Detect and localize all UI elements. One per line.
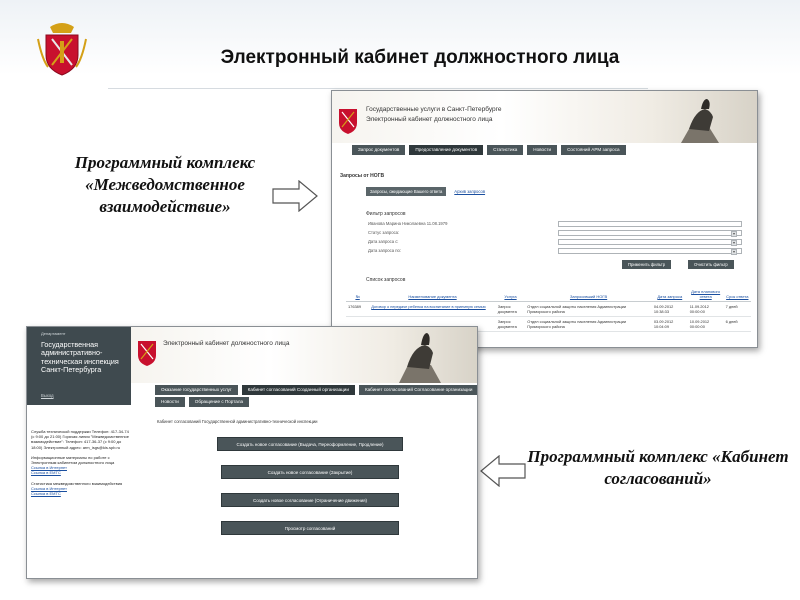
cell-service: Запрос документа: [495, 316, 526, 332]
filter-user-row: Иванова Марина Николаевна 11.08.1979: [346, 221, 746, 228]
tab-statistics[interactable]: Статистика: [487, 145, 524, 155]
col-document[interactable]: Наименование документа: [369, 287, 496, 302]
filter-status-row: Статус запроса: ▾: [346, 230, 746, 237]
cell-number: 176389: [346, 301, 370, 317]
calendar-icon[interactable]: ▾: [731, 249, 737, 255]
cell-requester: Отдел социальной защиты населения Админи…: [525, 316, 652, 332]
caption-kabinet: Программный комплекс «Кабинет согласован…: [527, 447, 789, 488]
filter-status-select[interactable]: ▾: [558, 230, 742, 237]
calendar-icon[interactable]: ▾: [731, 240, 737, 246]
banner-title: Электронный кабинет должностного лица: [163, 340, 290, 347]
col-service[interactable]: Услуга: [495, 287, 526, 302]
subtab-awaiting[interactable]: Запросы, ожидающие Вашего ответа: [366, 187, 447, 196]
banner-line1: Государственные услуги в Санкт-Петербург…: [366, 106, 502, 113]
screenshot-nogv: Государственные услуги в Санкт-Петербург…: [331, 90, 758, 348]
list-title: Список запросов: [366, 277, 406, 283]
filter-date-to-input[interactable]: ▾: [558, 248, 742, 255]
view-approvals-button[interactable]: Просмотр согласований: [221, 521, 399, 535]
filter-date-to-label: Дата запроса по:: [368, 248, 401, 253]
sub-tabs: Запросы, ожидающие Вашего ответа Архив з…: [366, 187, 489, 196]
section-title: Запросы от НОГВ: [340, 173, 385, 179]
banner: [131, 327, 477, 383]
reset-filter-button[interactable]: Очистить фильтр: [688, 260, 734, 269]
cell-plan-date: 11.09.2012 00:00:00: [687, 301, 724, 317]
cell-deadline: 7 дней: [723, 301, 751, 317]
arrow-left-icon: [480, 455, 526, 487]
tab-requests[interactable]: Запрос документов: [352, 145, 406, 155]
coat-of-arms-icon: [138, 341, 156, 366]
coat-of-arms-icon: [37, 23, 87, 76]
filter-status-label: Статус запроса:: [368, 230, 400, 235]
caption-interagency: Программный комплекс «Межведомственное в…: [74, 153, 256, 216]
col-request-date[interactable]: Дата запроса: [651, 287, 688, 302]
monument-icon: [681, 99, 719, 143]
cell-document: Договор о передаче ребенка на воспитание…: [369, 301, 496, 317]
col-deadline[interactable]: Срок ответа: [723, 287, 751, 302]
cell-deadline: 6 дней: [723, 316, 751, 332]
filter-user: Иванова Марина Николаевна 11.08.1979: [368, 221, 448, 226]
tab-news[interactable]: Новости: [527, 145, 558, 155]
document-link[interactable]: Договор о передаче ребенка на воспитание…: [371, 304, 486, 309]
cell-request-date: 03.09.2012 10:04:09: [651, 316, 688, 332]
info-link-emts[interactable]: Ссылка в ЕМТС: [31, 470, 131, 475]
create-restriction-button[interactable]: Создать новое согласование (Ограничение …: [221, 493, 399, 507]
table-row[interactable]: 176389 Договор о передаче ребенка на вос…: [346, 301, 751, 317]
create-close-button[interactable]: Создать новое согласование (Закрытие): [221, 465, 399, 479]
subtab-archive[interactable]: Архив запросов: [450, 187, 489, 196]
filter-date-from-input[interactable]: ▾: [558, 239, 742, 246]
filter-date-from-label: Дата запроса с:: [368, 239, 399, 244]
table-header-row: № Наименование документа Услуга Запросив…: [346, 287, 751, 302]
filter-date-from-row: Дата запроса с: ▾: [346, 239, 746, 246]
sidebar-header: Департамент Государственная администрати…: [27, 327, 131, 405]
sidebar-org-title: Государственная административно-техничес…: [41, 340, 119, 375]
logout-link[interactable]: Выход: [41, 393, 54, 398]
coat-of-arms-icon: [339, 109, 357, 134]
tab-portal-requests[interactable]: Обращение с Портала: [188, 397, 250, 407]
main-tabs: Оказание государственных услуг Кабинет с…: [155, 385, 477, 395]
sidebar-small-label: Департамент: [41, 331, 66, 336]
col-plan-date[interactable]: Дата планового ответа: [687, 287, 724, 302]
arrow-right-icon: [272, 180, 318, 212]
filter-title: Фильтр запросов: [366, 211, 406, 217]
cell-service: Запрос документа: [495, 301, 526, 317]
sidebar-info: Служба технической поддержки Телефон: 41…: [27, 429, 131, 496]
filter-date-to-row: Дата запроса по: ▾: [346, 248, 746, 255]
create-issue-button[interactable]: Создать новое согласование (Выдача, Пере…: [217, 437, 403, 451]
content-title: Кабинет согласований Государственной адм…: [157, 419, 318, 424]
secondary-tabs: Новости Обращение с Портала: [155, 397, 250, 407]
monument-icon: [399, 333, 441, 383]
cell-requester: Отдел социальной защиты населения Админи…: [525, 301, 652, 317]
filter-user-input[interactable]: [558, 221, 742, 227]
tab-created[interactable]: Кабинет согласований Созданный организац…: [241, 385, 355, 395]
screenshot-kabinet: Департамент Государственная администрати…: [26, 326, 478, 579]
col-requester[interactable]: Запросивший НОГВ: [525, 287, 652, 302]
info-materials: Информационные материалы по работе с Эле…: [31, 454, 115, 466]
cell-request-date: 04.09.2012 10:38:33: [651, 301, 688, 317]
tab-arm-status[interactable]: Состояний АРМ запроса: [561, 145, 626, 155]
chevron-down-icon[interactable]: ▾: [731, 231, 737, 237]
col-number[interactable]: №: [346, 287, 370, 302]
banner-line2: Электронный кабинет должностного лица: [366, 116, 493, 123]
tab-provision[interactable]: Предоставление документов: [409, 145, 484, 155]
header-divider: [108, 88, 648, 89]
cell-plan-date: 10.09.2012 00:00:00: [687, 316, 724, 332]
tab-gov-services[interactable]: Оказание государственных услуг: [155, 385, 238, 395]
apply-filter-button[interactable]: Применить фильтр: [622, 260, 672, 269]
main-tabs: Запрос документов Предоставление докумен…: [352, 145, 626, 155]
stats-link-emts[interactable]: Ссылка в ЕМТС: [31, 491, 131, 496]
support-info: Служба технической поддержки Телефон: 41…: [31, 429, 129, 450]
slide-title: Электронный кабинет должностного лица: [220, 47, 620, 68]
tab-news[interactable]: Новости: [155, 397, 185, 407]
tab-approval[interactable]: Кабинет согласований Согласование органи…: [358, 385, 477, 395]
